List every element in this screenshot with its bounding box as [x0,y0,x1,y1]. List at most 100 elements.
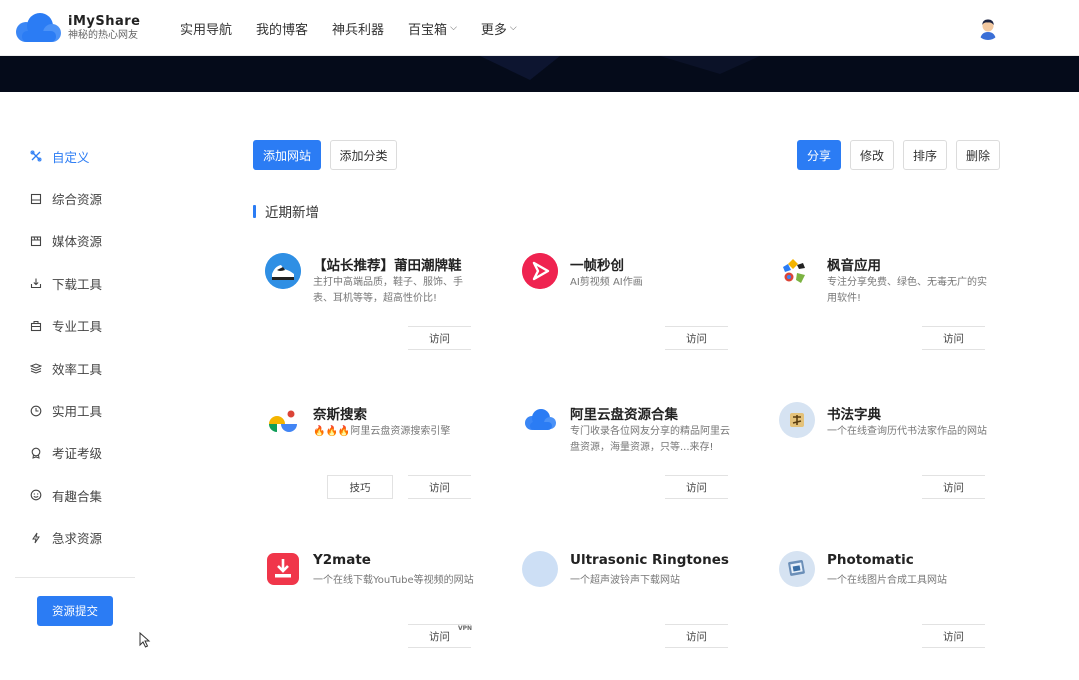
visit-button[interactable]: 访问 [408,475,471,499]
main-nav: 实用导航 我的博客 神兵利器 百宝箱 ⌵ 更多 ⌵ [180,0,541,56]
archive-icon [29,192,43,206]
card-description: 专注分享免费、绿色、无毒无广的实用软件! [827,277,987,304]
smile-icon [29,488,43,502]
edit-button[interactable]: 修改 [850,140,894,170]
briefcase-icon [29,319,43,333]
visit-button[interactable]: 访问 [665,326,728,350]
submit-resource-button[interactable]: 资源提交 [37,596,113,626]
card-title: 一帧秒创 [570,258,624,274]
card-description: AI剪视频 AI作画 [570,277,643,288]
sidebar-item-download[interactable]: 下载工具 [15,262,135,304]
nav-label: 百宝箱 [408,22,448,38]
section-title-text: 近期新增 [265,205,319,221]
card-title: Y2mate [313,552,371,568]
custom-icon [29,149,43,163]
clock-icon [29,404,43,418]
sort-button[interactable]: 排序 [903,140,947,170]
sidebar-item-utility[interactable]: 实用工具 [15,389,135,431]
visit-button[interactable]: 访问 [408,326,471,350]
brand-subtitle: 神秘的热心网友 [68,29,138,41]
yizhen-icon [522,253,558,289]
sidebar-item-label: 急求资源 [52,531,103,547]
sidebar-divider [15,577,135,578]
card-description: 专门收录各位网友分享的精品阿里云盘资源，海量资源，只等...来存! [570,426,730,453]
card-title: Photomatic [827,552,914,568]
add-site-button[interactable]: 添加网站 [253,140,321,170]
visit-button[interactable]: 访问 [922,624,985,648]
sidebar-item-fun[interactable]: 有趣合集 [15,474,135,516]
film-icon [29,234,43,248]
sidebar-item-exam[interactable]: 考证考级 [15,432,135,474]
nav-item-shenbing[interactable]: 神兵利器 [332,19,384,38]
sidebar-item-urgent[interactable]: 急求资源 [15,517,135,559]
sidebar-item-label: 综合资源 [52,192,103,208]
chevron-down-icon: ⌵ [450,23,457,33]
site-card[interactable]: Photomatic 一个在线图片合成工具网站 访问 [767,551,989,671]
photomatic-icon [779,551,815,587]
sidebar-item-label: 实用工具 [52,404,103,420]
user-avatar[interactable] [976,16,1000,40]
sidebar-item-pro[interactable]: 专业工具 [15,305,135,347]
nav-item-shiyong[interactable]: 实用导航 [180,19,232,38]
delete-button[interactable]: 删除 [956,140,1000,170]
site-card[interactable]: 奈斯搜索 🔥🔥🔥阿里云盘资源搜索引擎 技巧 访问 [253,402,475,522]
card-description: 一个超声波铃声下载网站 [570,575,680,586]
cloud-icon [522,402,558,438]
card-title: 书法字典 [827,407,881,423]
fengyin-icon [779,253,815,289]
badge-icon [29,446,43,460]
card-title: 【站长推荐】莆田潮牌鞋 [313,258,462,274]
nav-label: 更多 [480,22,507,38]
ringtones-icon [522,551,558,587]
site-card[interactable]: Ultrasonic Ringtones 一个超声波铃声下载网站 访问 [510,551,732,671]
card-title: 枫音应用 [827,258,881,274]
card-title: Ultrasonic Ringtones [570,552,729,568]
card-description: 主打中高端品质，鞋子、服饰、手表、耳机等等，超高性价比! [313,277,463,304]
site-card[interactable]: 一帧秒创 AI剪视频 AI作画 访问 [510,253,732,373]
brand-title: iMyShare [68,13,141,29]
sidebar-item-label: 效率工具 [52,361,103,377]
tips-button[interactable]: 技巧 [327,475,393,499]
sidebar-item-label: 媒体资源 [52,234,103,250]
sidebar-item-efficiency[interactable]: 效率工具 [15,347,135,389]
sneaker-icon [265,253,301,289]
visit-button[interactable]: 访问 [665,624,728,648]
nav-item-more[interactable]: 更多 ⌵ [481,19,517,38]
hero-banner [0,56,1079,92]
nav-item-blog[interactable]: 我的博客 [256,19,308,38]
category-sidebar: 自定义 综合资源 媒体资源 下载工具 专业工具 效率工具 实用工具 考证考级 有… [15,135,135,559]
section-heading: 近期新增 [253,203,319,221]
chevron-down-icon: ⌵ [509,23,517,33]
nav-item-baibaoxiang[interactable]: 百宝箱 ⌵ [408,19,457,38]
add-category-button[interactable]: 添加分类 [330,140,397,170]
card-title: 阿里云盘资源合集 [570,407,678,423]
card-description: 一个在线图片合成工具网站 [827,575,947,586]
site-card[interactable]: 【站长推荐】莆田潮牌鞋 主打中高端品质，鞋子、服饰、手表、耳机等等，超高性价比!… [253,253,475,373]
visit-button[interactable]: 访问 [665,475,728,499]
site-card[interactable]: 书法字典 一个在线查询历代书法家作品的网站 访问 [767,402,989,522]
visit-button[interactable]: 访问 [922,475,985,499]
top-navbar: iMyShare 神秘的热心网友 实用导航 我的博客 神兵利器 百宝箱 ⌵ 更多 ⌵ [0,0,1079,56]
layers-icon [29,361,43,375]
cloud-logo-icon [14,11,62,45]
mouse-cursor-icon [139,631,151,652]
card-description: 一个在线下载YouTube等视频的网站 [313,575,474,586]
sidebar-item-custom[interactable]: 自定义 [15,135,135,177]
nav-label: 神兵利器 [332,22,385,38]
sidebar-item-label: 有趣合集 [52,488,103,504]
card-title: 奈斯搜索 [313,407,367,423]
site-card[interactable]: Y2mate 一个在线下载YouTube等视频的网站 访问 VPN [253,551,475,671]
download-icon [29,276,43,290]
visit-button[interactable]: 访问 [922,326,985,350]
site-card[interactable]: 枫音应用 专注分享免费、绿色、无毒无广的实用软件! 访问 [767,253,989,373]
sidebar-item-media[interactable]: 媒体资源 [15,220,135,262]
site-card[interactable]: 阿里云盘资源合集 专门收录各位网友分享的精品阿里云盘资源，海量资源，只等...来… [510,402,732,522]
bolt-icon [29,531,43,545]
nav-label: 实用导航 [180,22,233,38]
share-button[interactable]: 分享 [797,140,841,170]
sidebar-item-zonghe[interactable]: 综合资源 [15,177,135,219]
nav-label: 我的博客 [256,22,309,38]
vpn-badge: VPN [458,625,473,632]
site-logo[interactable]: iMyShare 神秘的热心网友 [14,11,141,45]
naisi-icon [265,402,301,438]
